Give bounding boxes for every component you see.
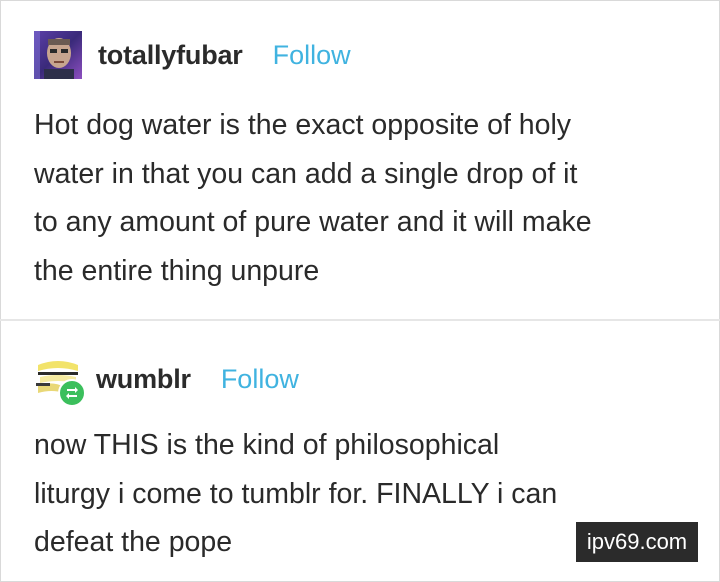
post-header: totallyfubar Follow [34,30,351,80]
post-header: wumblr Follow [34,354,299,407]
post-body: now THIS is the kind of philosophical li… [34,421,654,567]
post-text-line: water in that you can add a single drop … [34,157,578,190]
post-text-line: to any amount of pure water and it will … [34,206,592,238]
follow-button[interactable]: Follow [221,364,299,395]
user-photo-avatar-icon [34,31,82,79]
avatar[interactable] [34,355,86,407]
post-text-line: liturgy i come to tumblr for. FINALLY i … [34,477,558,510]
follow-button[interactable]: Follow [273,40,351,71]
username[interactable]: wumblr [96,364,191,395]
username[interactable]: totallyfubar [98,40,243,71]
original-post: totallyfubar Follow Hot dog water is the… [0,0,720,318]
avatar[interactable] [34,31,82,79]
post-body: Hot dog water is the exact opposite of h… [34,101,694,295]
reblog-badge-icon [58,379,86,407]
post-text-line: defeat the pope [34,526,233,558]
post-text-line: the entire thing unpure [34,254,320,287]
post-text-line: Hot dog water is the exact opposite of h… [34,109,572,141]
post-divider [0,319,720,321]
watermark: ipv69.com [576,522,698,562]
post-text-line: now THIS is the kind of philosophical [34,429,500,461]
